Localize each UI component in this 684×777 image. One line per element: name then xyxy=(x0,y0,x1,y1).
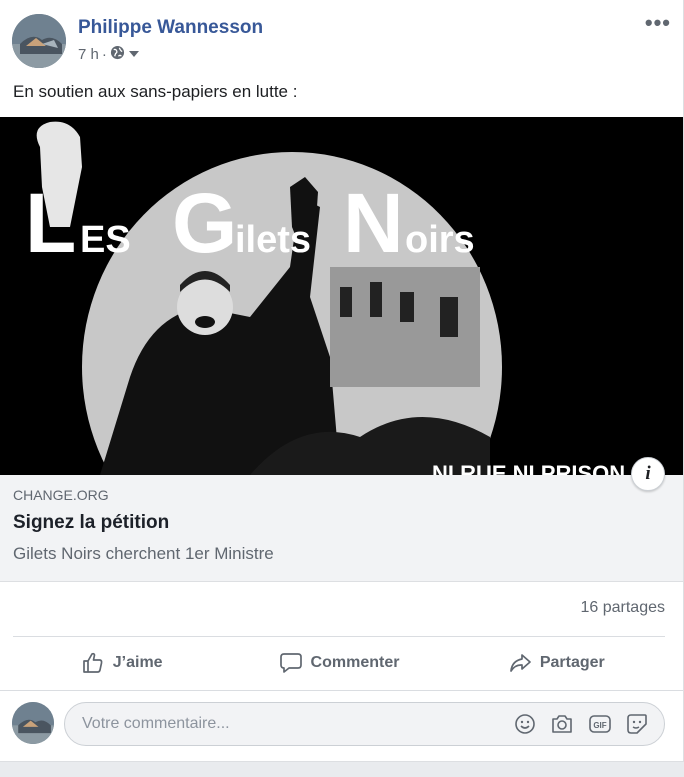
shares-count[interactable]: 16 partages xyxy=(580,599,665,617)
share-button[interactable]: Partager xyxy=(448,640,665,686)
post-card: Philippe Wannesson 7 h · ••• En soutien … xyxy=(0,0,684,762)
gif-icon[interactable]: GIF xyxy=(588,713,612,740)
more-options-icon[interactable]: ••• xyxy=(645,12,671,34)
action-bar: J’aime Commenter Partager xyxy=(13,640,665,686)
link-domain: CHANGE.ORG xyxy=(13,487,109,503)
like-button[interactable]: J’aime xyxy=(13,640,230,686)
svg-text:L: L xyxy=(25,176,76,270)
comment-composer: Votre commentaire... GIF xyxy=(12,702,665,748)
share-label: Partager xyxy=(539,654,605,671)
thumbs-up-icon xyxy=(81,651,105,675)
sticker-icon[interactable] xyxy=(626,713,648,740)
like-label: J’aime xyxy=(112,654,163,671)
comment-tools: GIF xyxy=(514,713,648,740)
svg-text:ES: ES xyxy=(80,219,131,261)
post-header: Philippe Wannesson 7 h · ••• xyxy=(12,12,671,70)
svg-text:G: G xyxy=(172,176,237,270)
post-meta: 7 h · xyxy=(78,45,140,64)
divider xyxy=(0,690,683,691)
globe-icon[interactable] xyxy=(110,45,125,64)
smiley-icon[interactable] xyxy=(514,713,536,740)
comment-placeholder: Votre commentaire... xyxy=(82,715,230,732)
svg-text:oirs: oirs xyxy=(405,219,475,261)
gilets-noirs-poster: L ES G ilets N oirs NI RUE NI PRISON xyxy=(0,117,683,475)
user-avatar[interactable] xyxy=(12,702,54,744)
divider xyxy=(13,636,665,637)
link-preview-image[interactable]: L ES G ilets N oirs NI RUE NI PRISON xyxy=(0,117,683,475)
link-preview-box[interactable]: CHANGE.ORG Signez la pétition Gilets Noi… xyxy=(0,475,683,582)
comment-icon xyxy=(279,651,303,675)
info-icon[interactable]: i xyxy=(631,457,665,491)
post-text: En soutien aux sans-papiers en lutte : xyxy=(13,82,298,101)
link-description: Gilets Noirs cherchent 1er Ministre xyxy=(13,544,274,563)
post-time[interactable]: 7 h xyxy=(78,46,99,63)
share-arrow-icon xyxy=(508,651,532,675)
camera-icon[interactable] xyxy=(550,713,574,740)
comment-button[interactable]: Commenter xyxy=(230,640,447,686)
comment-label: Commenter xyxy=(310,654,400,671)
author-name[interactable]: Philippe Wannesson xyxy=(78,17,263,39)
svg-text:N: N xyxy=(343,176,404,270)
svg-text:ilets: ilets xyxy=(235,219,311,261)
comment-input[interactable]: Votre commentaire... GIF xyxy=(64,702,665,746)
link-title[interactable]: Signez la pétition xyxy=(13,512,169,534)
poster-bottom-text: NI RUE NI PRISON xyxy=(432,461,625,475)
meta-separator: · xyxy=(101,46,107,63)
chevron-down-icon[interactable] xyxy=(128,46,140,63)
svg-text:GIF: GIF xyxy=(593,721,606,730)
author-avatar[interactable] xyxy=(12,14,66,68)
